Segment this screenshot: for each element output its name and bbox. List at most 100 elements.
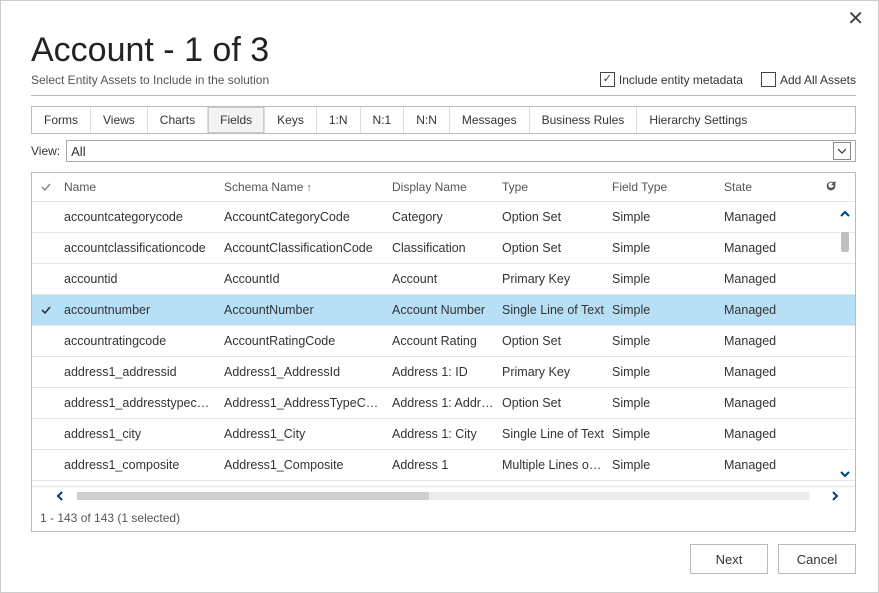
tab-business-rules[interactable]: Business Rules <box>530 107 638 133</box>
cell-state: Managed <box>720 241 820 255</box>
cell-type: Option Set <box>498 396 608 410</box>
tab-forms[interactable]: Forms <box>32 107 91 133</box>
cancel-button[interactable]: Cancel <box>778 544 856 574</box>
column-type[interactable]: Type <box>498 180 608 194</box>
cell-display: Address 1: Addr… <box>388 396 498 410</box>
tab-views[interactable]: Views <box>91 107 148 133</box>
cell-display: Classification <box>388 241 498 255</box>
cell-state: Managed <box>720 458 820 472</box>
table-row[interactable]: accountnumberAccountNumberAccount Number… <box>32 295 855 326</box>
tab-n-n[interactable]: N:N <box>404 107 450 133</box>
cell-type: Single Line of Text <box>498 427 608 441</box>
view-row: View: All <box>31 140 856 162</box>
tab-hierarchy-settings[interactable]: Hierarchy Settings <box>637 107 759 133</box>
column-display[interactable]: Display Name <box>388 180 498 194</box>
cell-fieldtype: Simple <box>608 458 720 472</box>
cell-display: Category <box>388 210 498 224</box>
include-metadata-checkbox[interactable]: ✓ Include entity metadata <box>600 72 743 87</box>
cell-type: Primary Key <box>498 272 608 286</box>
cell-display: Account Number <box>388 303 498 317</box>
tab-1-n[interactable]: 1:N <box>317 107 361 133</box>
tab-messages[interactable]: Messages <box>450 107 530 133</box>
hscroll-thumb[interactable] <box>77 492 429 500</box>
checkbox-icon <box>761 72 776 87</box>
tab-keys[interactable]: Keys <box>265 107 317 133</box>
page-title: Account - 1 of 3 <box>31 31 856 70</box>
select-all-checkbox[interactable] <box>32 181 60 193</box>
chevron-down-icon <box>833 142 851 160</box>
column-fieldtype[interactable]: Field Type <box>608 180 720 194</box>
cell-fieldtype: Simple <box>608 396 720 410</box>
table-row[interactable]: accountcategorycodeAccountCategoryCodeCa… <box>32 202 855 233</box>
table-row[interactable]: address1_addresstypecodeAddress1_Address… <box>32 388 855 419</box>
cell-fieldtype: Simple <box>608 334 720 348</box>
cell-state: Managed <box>720 396 820 410</box>
cell-schema: AccountCategoryCode <box>220 210 388 224</box>
cell-name: accountratingcode <box>60 334 220 348</box>
table-row[interactable]: accountidAccountIdAccountPrimary KeySimp… <box>32 264 855 295</box>
horizontal-scrollbar[interactable] <box>32 486 855 505</box>
table-row[interactable]: address1_compositeAddress1_CompositeAddr… <box>32 450 855 481</box>
scroll-thumb[interactable] <box>841 232 849 252</box>
table-row[interactable]: accountratingcodeAccountRatingCodeAccoun… <box>32 326 855 357</box>
row-checkbox[interactable] <box>32 304 60 316</box>
view-select[interactable]: All <box>66 140 856 162</box>
vertical-scrollbar[interactable] <box>837 202 853 486</box>
cell-schema: Address1_City <box>220 427 388 441</box>
cell-name: address1_addresstypecode <box>60 396 220 410</box>
cell-display: Account Rating <box>388 334 498 348</box>
checkbox-icon: ✓ <box>600 72 615 87</box>
cell-type: Option Set <box>498 334 608 348</box>
cell-schema: AccountRatingCode <box>220 334 388 348</box>
tab-fields[interactable]: Fields <box>208 107 265 133</box>
grid-status: 1 - 143 of 143 (1 selected) <box>32 505 855 531</box>
cell-display: Address 1: ID <box>388 365 498 379</box>
cell-type: Option Set <box>498 241 608 255</box>
add-all-assets-checkbox[interactable]: Add All Assets <box>761 72 856 87</box>
refresh-button[interactable] <box>820 179 842 196</box>
subtitle-row: Select Entity Assets to Include in the s… <box>31 72 856 96</box>
scroll-left-icon[interactable] <box>54 490 66 502</box>
cell-display: Account <box>388 272 498 286</box>
cell-name: address1_composite <box>60 458 220 472</box>
cell-schema: AccountId <box>220 272 388 286</box>
tab-charts[interactable]: Charts <box>148 107 208 133</box>
column-schema[interactable]: Schema Name↑ <box>220 180 388 194</box>
table-row[interactable]: address1_cityAddress1_CityAddress 1: Cit… <box>32 419 855 450</box>
tab-n-1[interactable]: N:1 <box>361 107 405 133</box>
cell-state: Managed <box>720 334 820 348</box>
cell-state: Managed <box>720 272 820 286</box>
cell-state: Managed <box>720 427 820 441</box>
cell-type: Multiple Lines of… <box>498 458 608 472</box>
scroll-right-icon[interactable] <box>829 490 841 502</box>
next-button[interactable]: Next <box>690 544 768 574</box>
cell-name: accountnumber <box>60 303 220 317</box>
fields-grid: Name Schema Name↑ Display Name Type Fiel… <box>31 172 856 532</box>
cell-state: Managed <box>720 210 820 224</box>
table-row[interactable]: accountclassificationcodeAccountClassifi… <box>32 233 855 264</box>
scroll-down-icon[interactable] <box>839 468 851 480</box>
cell-name: accountclassificationcode <box>60 241 220 255</box>
cell-name: accountid <box>60 272 220 286</box>
cell-fieldtype: Simple <box>608 272 720 286</box>
cell-state: Managed <box>720 303 820 317</box>
grid-body: accountcategorycodeAccountCategoryCodeCa… <box>32 202 855 486</box>
scroll-up-icon[interactable] <box>839 208 851 220</box>
cell-fieldtype: Simple <box>608 210 720 224</box>
cell-fieldtype: Simple <box>608 427 720 441</box>
sort-asc-icon: ↑ <box>306 182 312 194</box>
cell-type: Option Set <box>498 210 608 224</box>
close-icon[interactable]: ✕ <box>847 9 864 29</box>
cell-name: address1_addressid <box>60 365 220 379</box>
table-row[interactable]: address1_addressidAddress1_AddressIdAddr… <box>32 357 855 388</box>
cell-schema: Address1_AddressId <box>220 365 388 379</box>
cell-state: Managed <box>720 365 820 379</box>
cell-fieldtype: Simple <box>608 303 720 317</box>
cell-fieldtype: Simple <box>608 241 720 255</box>
cell-schema: AccountClassificationCode <box>220 241 388 255</box>
hscroll-track[interactable] <box>77 492 810 500</box>
solution-entity-dialog: ✕ Account - 1 of 3 Select Entity Assets … <box>0 0 879 593</box>
column-state[interactable]: State <box>720 180 820 194</box>
column-name[interactable]: Name <box>60 180 220 194</box>
cell-schema: Address1_Composite <box>220 458 388 472</box>
